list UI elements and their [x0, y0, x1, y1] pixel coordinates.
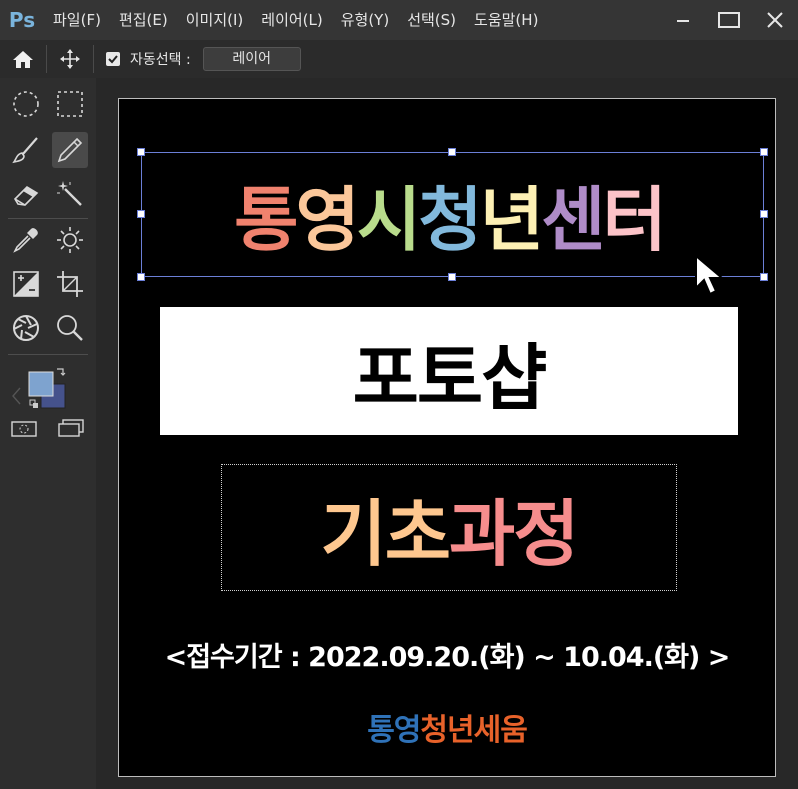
menu-image[interactable]: 이미지(I)	[177, 0, 253, 40]
quick-mask-icon	[11, 421, 37, 437]
ellipse-marquee-tool[interactable]	[8, 86, 44, 122]
eraser-icon	[13, 185, 39, 206]
crop-tool[interactable]	[52, 266, 88, 302]
title-char: 통	[234, 178, 298, 261]
auto-select-checkbox[interactable]	[106, 52, 120, 66]
title-char: 년	[479, 178, 544, 261]
color-swatch-icon	[12, 368, 66, 409]
checkmark-icon	[108, 55, 118, 64]
subtitle-box: 포토샵	[160, 307, 738, 435]
title-char: 터	[602, 178, 667, 261]
brightness-icon	[57, 227, 83, 253]
zoom-tool[interactable]	[52, 310, 88, 346]
course-text-part1: 기초	[320, 492, 451, 576]
brush-tool[interactable]	[8, 132, 44, 168]
subtitle-text: 포토샵	[352, 335, 548, 420]
logo-text-part1: 통영	[367, 713, 421, 748]
course-text-layer[interactable]: 기초 과정	[221, 464, 677, 591]
center-title: 통 영 시 청 년 센 터	[159, 171, 739, 261]
application-period: <접수기간 : 2022.09.20.(화) ~ 10.04.(화) >	[164, 642, 731, 673]
close-button[interactable]	[752, 0, 798, 40]
screen-mode-tool[interactable]	[52, 414, 90, 442]
close-icon	[767, 12, 783, 28]
course-text-part2: 과정	[449, 492, 579, 576]
move-tool-button[interactable]	[47, 40, 93, 78]
aperture-tool[interactable]	[8, 310, 44, 346]
tongyeong-youth-logo: 통영 청년세움	[119, 705, 775, 749]
toolbar-divider	[8, 218, 88, 219]
title-char: 센	[541, 178, 605, 261]
app-logo: Ps	[8, 8, 36, 32]
options-bar: 자동선택 : 레이어	[0, 40, 798, 78]
mouse-cursor-icon	[695, 254, 725, 296]
transform-handle[interactable]	[137, 210, 145, 218]
eyedropper-icon	[13, 228, 38, 253]
menu-select[interactable]: 선택(S)	[398, 0, 465, 40]
title-char: 청	[418, 178, 482, 261]
auto-select-dropdown[interactable]: 레이어	[202, 47, 301, 71]
magic-wand-icon	[57, 181, 82, 206]
transform-handle[interactable]	[760, 210, 768, 218]
eraser-tool[interactable]	[8, 176, 44, 212]
minimize-icon	[677, 20, 689, 22]
transform-handle[interactable]	[137, 273, 145, 281]
levels-tool[interactable]	[8, 266, 44, 302]
canvas-workspace[interactable]: 통 영 시 청 년 센 터 포토샵 기초 과정 <접수기간 : 2022.09.…	[96, 78, 798, 789]
title-char: 시	[356, 178, 421, 261]
window-controls	[660, 0, 798, 40]
quick-mask-tool[interactable]	[6, 414, 44, 442]
transform-handle[interactable]	[137, 148, 145, 156]
auto-select-label: 자동선택 :	[130, 52, 191, 68]
logo-text-part2: 청년세움	[420, 713, 527, 748]
brush-icon	[12, 137, 38, 164]
home-button[interactable]	[0, 40, 46, 78]
transform-handle[interactable]	[760, 148, 768, 156]
menu-bar: Ps 파일(F) 편집(E) 이미지(I) 레이어(L) 유형(Y) 선택(S)…	[0, 0, 798, 40]
maximize-icon	[718, 12, 740, 28]
minimize-button[interactable]	[660, 0, 706, 40]
rect-marquee-icon	[57, 91, 83, 117]
pencil-tool[interactable]	[52, 132, 88, 168]
transform-handle[interactable]	[448, 148, 456, 156]
magic-wand-tool[interactable]	[52, 176, 88, 212]
document-canvas[interactable]: 통 영 시 청 년 센 터 포토샵 기초 과정 <접수기간 : 2022.09.…	[118, 98, 776, 777]
ellipse-marquee-icon	[13, 91, 39, 117]
move-icon	[60, 49, 80, 69]
menu-items: 파일(F) 편집(E) 이미지(I) 레이어(L) 유형(Y) 선택(S) 도움…	[44, 0, 547, 40]
transform-handle[interactable]	[448, 273, 456, 281]
tools-panel	[0, 78, 96, 789]
home-icon	[13, 51, 33, 68]
eyedropper-tool[interactable]	[8, 222, 44, 258]
pencil-icon	[57, 137, 83, 163]
title-char: 영	[295, 178, 359, 261]
maximize-button[interactable]	[706, 0, 752, 40]
crop-icon	[57, 271, 83, 297]
zoom-icon	[57, 315, 83, 341]
menu-file[interactable]: 파일(F)	[44, 0, 110, 40]
screen-mode-icon	[58, 419, 84, 437]
menu-type[interactable]: 유형(Y)	[332, 0, 398, 40]
rect-marquee-tool[interactable]	[52, 86, 88, 122]
aperture-icon	[13, 315, 39, 341]
options-divider	[93, 45, 94, 73]
color-swatches[interactable]	[10, 366, 72, 416]
dodge-tool[interactable]	[52, 222, 88, 258]
transform-handle[interactable]	[760, 273, 768, 281]
menu-edit[interactable]: 편집(E)	[110, 0, 177, 40]
toolbar-divider	[8, 354, 88, 355]
menu-layer[interactable]: 레이어(L)	[252, 0, 331, 40]
menu-help[interactable]: 도움말(H)	[465, 0, 547, 40]
levels-icon	[13, 271, 39, 297]
